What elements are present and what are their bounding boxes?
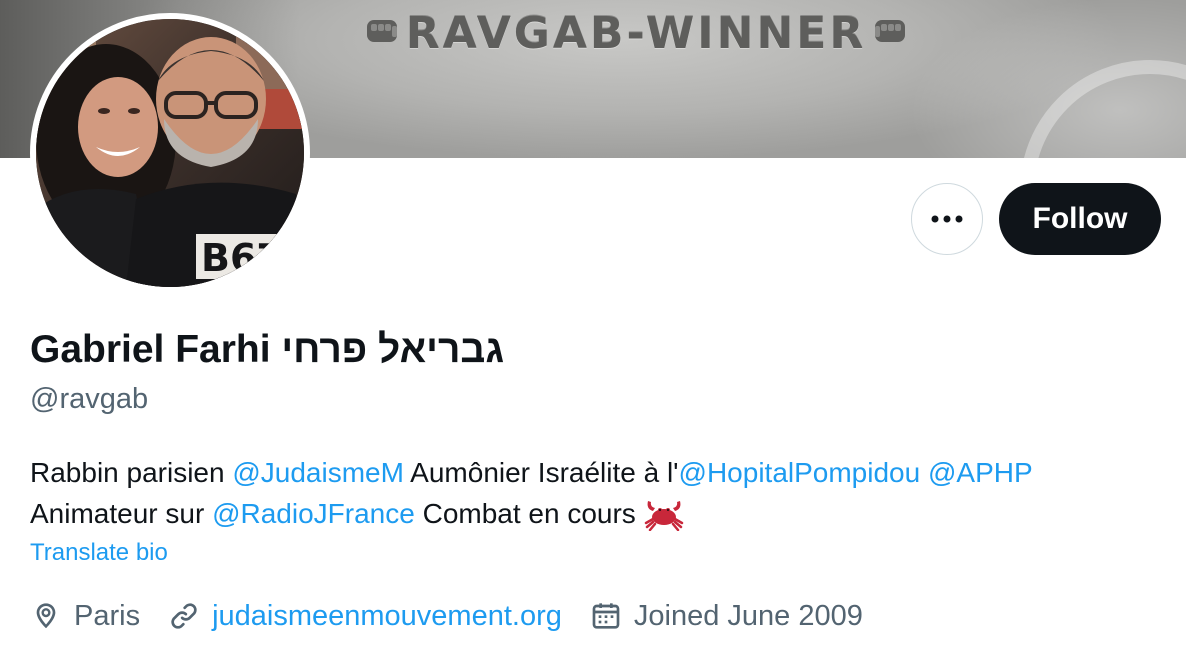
translate-bio-link[interactable]: Translate bio [30, 539, 168, 567]
profile-avatar[interactable]: B67 [30, 13, 310, 293]
calendar-icon [592, 603, 620, 629]
more-options-button[interactable] [911, 183, 983, 255]
mention-link[interactable]: @HopitalPompidou [679, 457, 921, 488]
more-horizontal-icon [931, 215, 963, 223]
location-text: Paris [74, 599, 141, 632]
fist-icon [875, 20, 906, 42]
banner-rim [1020, 60, 1186, 158]
location-pin-icon [36, 603, 56, 629]
joined-item: Joined June 2009 [590, 600, 863, 633]
profile-page: RAVGAB-WINNER B67 Follow Gabriel Farhi ג… [0, 0, 1186, 658]
mention-link[interactable]: @JudaismeM [232, 457, 404, 488]
profile-meta: Paris judaismeenmouvement.org Joined Jun… [30, 596, 891, 636]
profile-photo: B67 [36, 19, 304, 287]
bio-text [920, 457, 928, 488]
profile-bio: Rabbin parisien @JudaismeM Aumônier Isra… [30, 452, 1160, 534]
mention-link[interactable]: @RadioJFrance [212, 498, 415, 529]
mention-link[interactable]: @APHP [928, 457, 1033, 488]
bio-text: Combat en cours [414, 498, 644, 529]
bio-text: Aumônier Israélite à l' [403, 457, 679, 488]
bio-text: Rabbin parisien [30, 457, 233, 488]
display-name: Gabriel Farhi גבריאל פרחי [30, 328, 505, 371]
website-link[interactable]: judaismeenmouvement.org [212, 600, 562, 633]
crab-icon [644, 501, 683, 531]
joined-text: Joined June 2009 [633, 599, 863, 632]
location-item: Paris [30, 600, 140, 633]
bio-text: Animateur sur [30, 498, 213, 529]
link-icon [171, 603, 197, 629]
banner-text: RAVGAB-WINNER [405, 8, 867, 59]
svg-text:B67: B67 [201, 236, 283, 280]
user-handle: @ravgab [30, 383, 149, 415]
follow-button[interactable]: Follow [999, 183, 1161, 255]
fist-icon [366, 20, 397, 42]
website-item[interactable]: judaismeenmouvement.org [168, 600, 562, 633]
